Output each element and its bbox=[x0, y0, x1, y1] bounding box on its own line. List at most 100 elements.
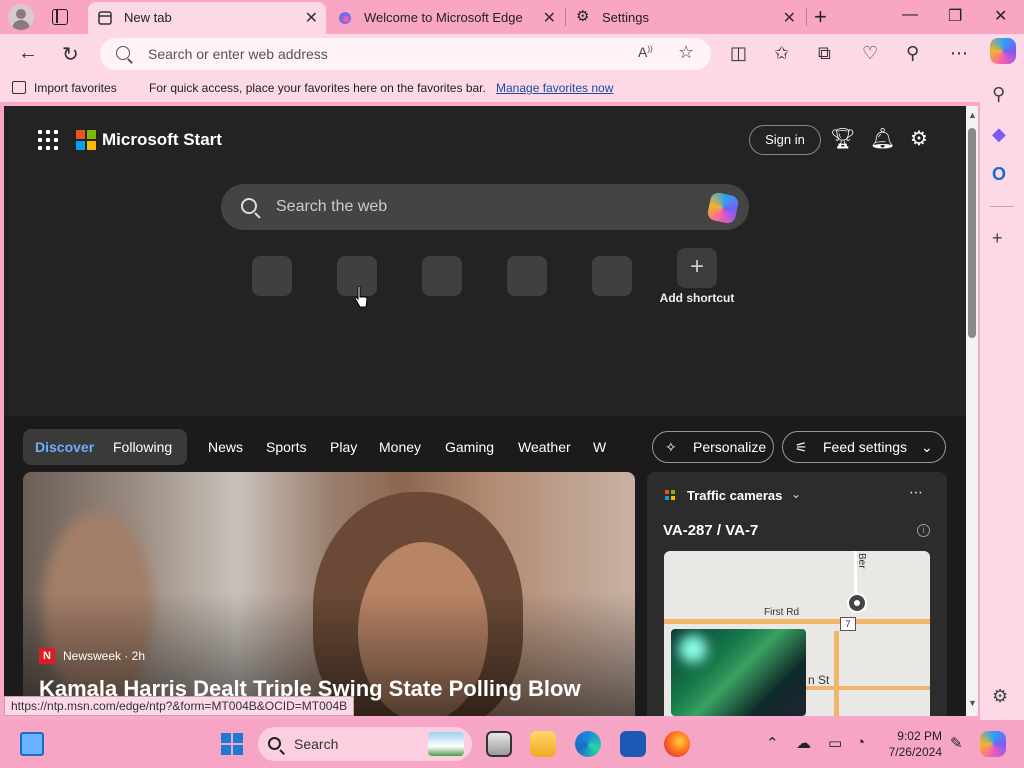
chevron-down-icon: ⌄ bbox=[921, 439, 933, 455]
tab-label: Settings bbox=[602, 10, 649, 25]
category-sports[interactable]: Sports bbox=[266, 439, 306, 455]
read-aloud-icon[interactable]: A)) bbox=[638, 44, 653, 60]
scroll-down-icon[interactable]: ▼ bbox=[968, 698, 977, 708]
sign-in-button[interactable]: Sign in bbox=[749, 125, 821, 155]
feed-tab-group: Discover Following bbox=[23, 429, 187, 465]
minimize-icon[interactable]: — bbox=[902, 6, 918, 24]
show-hidden-icons-chevron-icon[interactable]: ⌃ bbox=[766, 734, 779, 752]
search-icon bbox=[241, 198, 257, 214]
extensions-icon[interactable]: ⚲ bbox=[906, 43, 919, 64]
split-screen-icon[interactable]: ◫ bbox=[730, 43, 747, 64]
shortcut-tile[interactable] bbox=[252, 256, 292, 296]
traffic-map[interactable]: First Rd n St Ber 7 bbox=[664, 551, 930, 716]
traffic-app-icon bbox=[665, 490, 675, 500]
more-options-icon[interactable]: ⋯ bbox=[950, 43, 968, 64]
category-gaming[interactable]: Gaming bbox=[445, 439, 494, 455]
hero-source: Newsweek · 2h bbox=[63, 649, 146, 663]
feed-settings-button[interactable]: ⚟ Feed settings ⌄ bbox=[782, 431, 946, 463]
app-launcher-icon[interactable] bbox=[38, 130, 58, 150]
notifications-bell-icon[interactable]: 🔔︎ bbox=[870, 126, 895, 151]
add-sidebar-app-icon[interactable]: + bbox=[992, 228, 1003, 249]
store-icon[interactable] bbox=[620, 731, 646, 757]
hand-cursor-icon bbox=[354, 286, 368, 308]
task-view-icon[interactable] bbox=[486, 731, 512, 757]
copilot-taskbar-icon[interactable] bbox=[980, 731, 1006, 757]
outlook-icon[interactable]: O bbox=[992, 164, 1006, 185]
back-arrow-icon[interactable]: ← bbox=[18, 42, 38, 65]
profile-avatar-icon[interactable] bbox=[8, 4, 34, 30]
search-icon[interactable]: ⚲ bbox=[992, 84, 1005, 105]
close-tab-icon[interactable]: ✕ bbox=[305, 8, 318, 28]
page-scrollbar[interactable]: ▲ ▼ bbox=[966, 106, 978, 716]
new-tab-plus-icon[interactable]: + bbox=[814, 4, 827, 30]
tab-actions-icon[interactable] bbox=[52, 9, 68, 25]
firefox-icon[interactable] bbox=[664, 731, 690, 757]
traffic-cameras-card: Traffic cameras ⌄ ⋯ VA-287 / VA-7 i Firs… bbox=[647, 472, 947, 716]
map-road bbox=[834, 631, 839, 716]
notification-center-icon[interactable]: ✎ bbox=[950, 734, 963, 752]
more-options-icon[interactable]: ⋯ bbox=[909, 484, 924, 501]
camera-thumbnail[interactable] bbox=[671, 629, 806, 716]
windows-start-icon[interactable] bbox=[221, 733, 243, 755]
favorite-star-icon[interactable]: ☆ bbox=[678, 42, 694, 63]
hero-news-card[interactable]: N Newsweek · 2h Kamala Harris Dealt Trip… bbox=[23, 472, 635, 716]
shortcut-tile[interactable] bbox=[592, 256, 632, 296]
tab-following[interactable]: Following bbox=[113, 439, 172, 455]
import-favorites-button[interactable]: Import favorites bbox=[34, 81, 117, 95]
restore-icon[interactable]: ❐ bbox=[948, 6, 962, 26]
status-url-tooltip: https://ntp.msn.com/edge/ntp?&form=MT004… bbox=[4, 696, 355, 716]
copilot-icon[interactable] bbox=[990, 38, 1016, 64]
shortcut-tile[interactable] bbox=[422, 256, 462, 296]
cloud-offline-icon[interactable]: ☁ bbox=[796, 734, 811, 752]
map-street-label: n St bbox=[808, 673, 830, 687]
browser-essentials-icon[interactable]: ♡ bbox=[862, 43, 878, 64]
address-bar[interactable]: Search or enter web address A)) ☆ bbox=[100, 38, 711, 70]
copilot-sidebar-icon[interactable]: ◆ bbox=[992, 124, 1006, 145]
category-news[interactable]: News bbox=[208, 439, 243, 455]
scroll-up-icon[interactable]: ▲ bbox=[968, 110, 977, 120]
close-window-icon[interactable]: ✕ bbox=[994, 6, 1007, 26]
edge-taskbar-icon[interactable] bbox=[575, 731, 601, 757]
edge-sidebar: ⚲ ◆ O + ⚙ bbox=[980, 74, 1024, 720]
taskbar-search-box[interactable]: Search bbox=[258, 727, 472, 761]
category-money[interactable]: Money bbox=[379, 439, 421, 455]
tab-settings[interactable]: ⚙ Settings ✕ bbox=[566, 2, 804, 34]
web-search-box[interactable]: Search the web bbox=[221, 184, 749, 230]
file-explorer-icon[interactable] bbox=[530, 731, 556, 757]
network-display-icon[interactable]: ▭ bbox=[828, 734, 842, 752]
widgets-icon[interactable] bbox=[20, 732, 44, 756]
category-weather[interactable]: Weather bbox=[518, 439, 571, 455]
tab-welcome[interactable]: Welcome to Microsoft Edge ✕ bbox=[328, 2, 564, 34]
newsweek-logo-icon: N bbox=[39, 648, 55, 664]
camera-location-marker-icon[interactable] bbox=[847, 593, 867, 613]
tab-label: New tab bbox=[124, 10, 172, 25]
category-more[interactable]: W bbox=[593, 439, 606, 455]
refresh-icon[interactable]: ↻ bbox=[62, 42, 79, 67]
chevron-down-icon[interactable]: ⌄ bbox=[791, 487, 801, 501]
import-icon[interactable] bbox=[12, 81, 26, 94]
category-play[interactable]: Play bbox=[330, 439, 357, 455]
brand-title[interactable]: Microsoft Start bbox=[102, 130, 222, 150]
browser-toolbar: ← ↻ Search or enter web address A)) ☆ ◫ … bbox=[0, 34, 1024, 74]
favorites-icon[interactable]: ✩ bbox=[774, 43, 789, 64]
page-settings-gear-icon[interactable]: ⚙ bbox=[910, 126, 928, 151]
tab-new-tab[interactable]: New tab ✕ bbox=[88, 2, 326, 34]
add-shortcut-button[interactable]: + bbox=[677, 248, 717, 288]
volume-icon[interactable]: ◔ bbox=[856, 734, 865, 751]
collections-icon[interactable]: ⧉ bbox=[818, 43, 831, 64]
copilot-icon[interactable] bbox=[706, 191, 740, 225]
shortcut-tile[interactable] bbox=[507, 256, 547, 296]
scrollbar-thumb[interactable] bbox=[968, 128, 976, 338]
rewards-trophy-icon[interactable]: 🏆︎ bbox=[830, 126, 855, 151]
close-tab-icon[interactable]: ✕ bbox=[783, 8, 796, 28]
traffic-card-title[interactable]: Traffic cameras bbox=[687, 488, 782, 503]
close-tab-icon[interactable]: ✕ bbox=[543, 8, 556, 28]
taskbar-clock[interactable]: 9:02 PM 7/26/2024 bbox=[884, 728, 942, 760]
personalize-button[interactable]: ✧ Personalize bbox=[652, 431, 774, 463]
info-icon[interactable]: i bbox=[917, 524, 930, 537]
gear-icon: ⚙ bbox=[576, 8, 590, 25]
sidebar-settings-gear-icon[interactable]: ⚙ bbox=[992, 686, 1008, 707]
route-shield: 7 bbox=[840, 617, 856, 631]
manage-favorites-link[interactable]: Manage favorites now bbox=[496, 81, 613, 95]
tab-discover[interactable]: Discover bbox=[35, 439, 94, 455]
